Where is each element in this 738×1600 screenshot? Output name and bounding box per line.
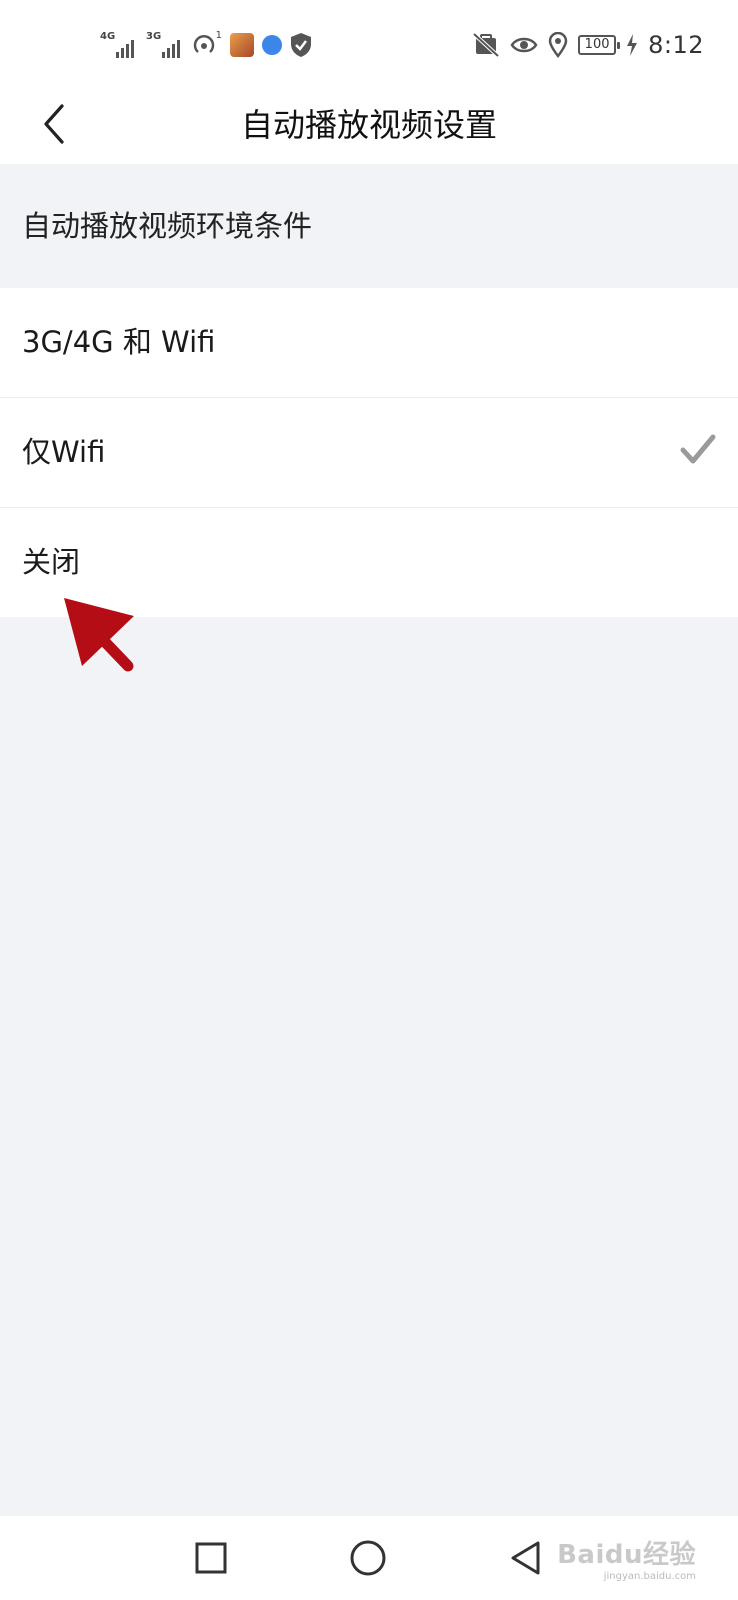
shield-icon: [291, 33, 311, 57]
location-icon: [548, 32, 568, 58]
signal-3g-icon: 3G: [146, 32, 184, 58]
battery-level: 100: [584, 37, 610, 52]
chevron-left-icon: [44, 104, 64, 144]
status-left-icons: 4G 3G 1: [100, 30, 312, 60]
hotspot-badge: 1: [215, 30, 222, 41]
hotspot-icon: 1: [192, 30, 222, 58]
charging-icon: [627, 34, 638, 56]
option-3g4g-wifi[interactable]: 3G/4G 和 Wifi: [0, 288, 738, 398]
back-button[interactable]: [30, 100, 78, 148]
signal-4g-icon: 4G: [100, 32, 138, 58]
autoplay-options-list: 3G/4G 和 Wifi 仅Wifi 关闭: [0, 288, 738, 617]
watermark-text: Baidu经验: [557, 1540, 696, 1570]
watermark-url: jingyan.baidu.com: [603, 1571, 696, 1582]
option-label: 仅Wifi: [22, 435, 106, 469]
square-icon: [195, 1542, 227, 1574]
option-label: 3G/4G 和 Wifi: [22, 325, 216, 359]
silent-icon: [472, 32, 500, 58]
nav-header: 自动播放视频设置: [0, 86, 738, 164]
section-title: 自动播放视频环境条件: [22, 209, 313, 243]
annotation-arrow-icon: [64, 598, 134, 672]
page-title: 自动播放视频设置: [240, 106, 497, 144]
recents-button[interactable]: [189, 1536, 233, 1580]
status-bar: 4G 3G 1 100 8:12: [0, 0, 738, 86]
app-notification-icon: [262, 35, 282, 55]
section-header: 自动播放视频环境条件: [0, 164, 738, 288]
baidu-watermark: Baidu经验 jingyan.baidu.com: [557, 1534, 696, 1582]
back-nav-button[interactable]: [504, 1536, 548, 1580]
eye-icon: [510, 37, 538, 53]
status-right-icons: 100 8:12: [472, 30, 704, 60]
triangle-back-icon: [511, 1541, 540, 1575]
checkmark-icon: [680, 434, 716, 464]
system-nav-bar: Baidu经验 jingyan.baidu.com: [0, 1516, 738, 1600]
game-app-icon: [230, 33, 254, 57]
option-wifi-only[interactable]: 仅Wifi: [0, 398, 738, 508]
status-time: 8:12: [648, 31, 704, 59]
battery-icon: 100: [578, 35, 621, 55]
home-button[interactable]: [346, 1536, 390, 1580]
circle-icon: [350, 1540, 386, 1576]
